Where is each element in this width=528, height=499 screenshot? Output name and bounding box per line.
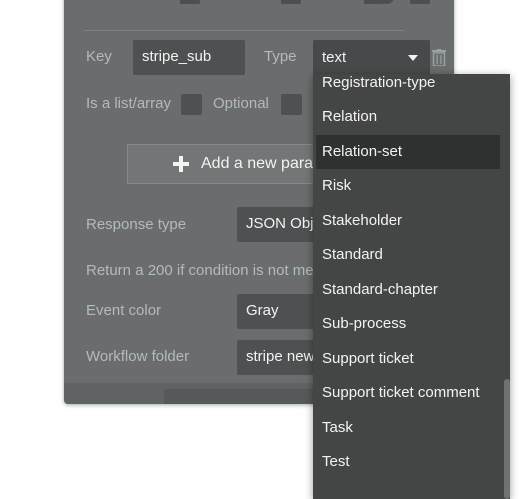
return-200-text: Return a 200 if condition is not met [86,262,318,279]
checkbox-partial[interactable] [180,0,200,4]
dropdown-option-hovered[interactable]: Relation-set [316,135,500,169]
dropdown-option[interactable]: Test [313,445,501,479]
type-dropdown-menu: Registration-type Relation Relation-set … [313,74,510,499]
checkbox-partial[interactable] [410,0,430,4]
dropdown-option[interactable]: Stakeholder [313,204,501,238]
type-dropdown[interactable]: text [313,40,430,75]
optional-checkbox[interactable] [281,94,302,115]
section-divider [84,30,404,31]
dropdown-option[interactable]: Task [313,411,501,445]
previous-parameter-row [64,0,454,4]
is-list-label: Is a list/array [86,95,172,112]
optional-label: Optional [213,95,269,112]
dropdown-option[interactable]: Support ticket [313,342,501,376]
type-selected-value: text [322,49,347,66]
response-type-label: Response type [86,216,187,233]
is-list-checkbox[interactable] [181,94,202,115]
workflow-folder-label: Workflow folder [86,348,190,365]
key-label: Key [86,48,112,65]
type-label: Type [264,48,297,65]
dropdown-option[interactable]: Relation [313,100,501,134]
caret-down-icon [408,55,418,61]
dropdown-option[interactable]: Sub-process [313,307,501,341]
plus-icon [173,156,189,172]
key-input[interactable]: stripe_sub [133,40,245,75]
dropdown-scrollbar[interactable] [504,379,510,499]
dropdown-option[interactable]: Standard-chapter [313,273,501,307]
dropdown-option[interactable]: Support ticket comment [313,376,501,410]
checkbox-partial[interactable] [281,0,301,4]
event-color-label: Event color [86,302,162,319]
dropdown-option[interactable]: Registration-type [313,74,501,100]
page: Key stripe_sub Type text Is a list/array… [0,0,528,499]
dropdown-option[interactable]: Risk [313,169,501,203]
dropdown-option[interactable]: Standard [313,238,501,272]
trash-icon[interactable] [432,49,446,66]
